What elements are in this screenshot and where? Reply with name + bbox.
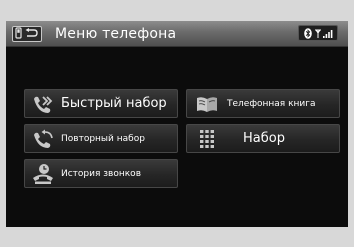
speed-dial-label: Быстрый набор	[61, 96, 167, 111]
phonebook-icon	[187, 95, 227, 113]
page-title: Меню телефона	[55, 25, 177, 42]
call-history-icon	[25, 163, 61, 185]
status-indicators	[298, 25, 338, 41]
call-history-label: История звонков	[61, 168, 141, 179]
back-button[interactable]	[12, 24, 42, 43]
title-bar: Меню телефона	[6, 21, 348, 47]
bluetooth-icon	[303, 24, 312, 43]
signal-strength-icon	[314, 24, 333, 43]
dial-button[interactable]: Набор	[186, 124, 340, 153]
phonebook-label: Телефонная книга	[227, 98, 316, 109]
redial-button[interactable]: Повторный набор	[24, 124, 178, 153]
call-history-button[interactable]: История звонков	[24, 159, 178, 188]
phonebook-button[interactable]: Телефонная книга	[186, 89, 340, 118]
speed-dial-button[interactable]: Быстрый набор	[24, 89, 178, 118]
redial-label: Повторный набор	[61, 133, 145, 144]
dial-label: Набор	[243, 131, 285, 146]
redial-icon	[25, 129, 61, 149]
keypad-icon	[187, 129, 227, 148]
phone-back-icon	[15, 24, 39, 43]
speed-dial-icon	[25, 94, 61, 114]
